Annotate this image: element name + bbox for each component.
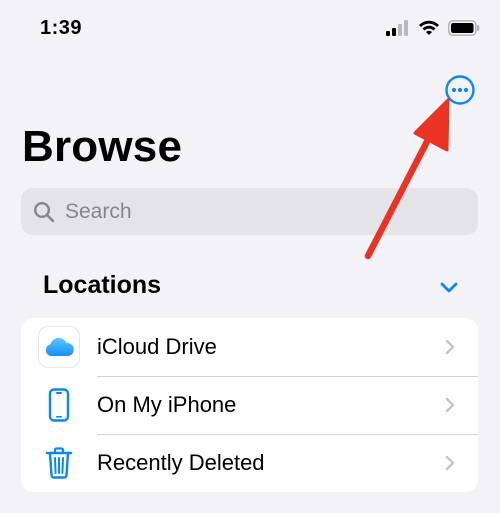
icloud-icon bbox=[39, 327, 79, 367]
list-item-icloud-drive[interactable]: iCloud Drive bbox=[21, 318, 478, 376]
more-options-button[interactable] bbox=[444, 74, 476, 106]
locations-list: iCloud Drive On My iPhone Recently Delet… bbox=[21, 318, 478, 492]
battery-icon bbox=[448, 20, 480, 36]
chevron-right-icon bbox=[445, 455, 455, 471]
status-icons bbox=[386, 20, 480, 36]
status-time: 1:39 bbox=[40, 17, 83, 39]
list-item-label: iCloud Drive bbox=[97, 334, 217, 359]
chevron-down-icon[interactable] bbox=[438, 279, 460, 295]
list-item-on-my-iphone[interactable]: On My iPhone bbox=[21, 376, 478, 434]
trash-icon bbox=[45, 447, 73, 479]
cellular-signal-icon bbox=[386, 20, 408, 36]
ellipsis-circle-icon bbox=[445, 75, 475, 105]
files-browse-screen: 1:39 Browse Search Locations iCloud Driv… bbox=[0, 0, 500, 513]
list-item-label: On My iPhone bbox=[97, 392, 237, 417]
wifi-icon bbox=[419, 20, 439, 35]
iphone-icon bbox=[48, 388, 70, 422]
locations-section-header: Locations bbox=[43, 271, 162, 299]
list-item-recently-deleted[interactable]: Recently Deleted bbox=[21, 434, 478, 492]
search-icon bbox=[33, 201, 55, 222]
page-title: Browse bbox=[22, 122, 183, 171]
list-divider bbox=[97, 434, 478, 435]
search-bar[interactable] bbox=[21, 188, 478, 235]
list-item-label: Recently Deleted bbox=[97, 450, 265, 475]
search-input[interactable] bbox=[63, 198, 447, 225]
list-divider bbox=[97, 376, 478, 377]
chevron-right-icon bbox=[445, 397, 455, 413]
chevron-right-icon bbox=[445, 339, 455, 355]
